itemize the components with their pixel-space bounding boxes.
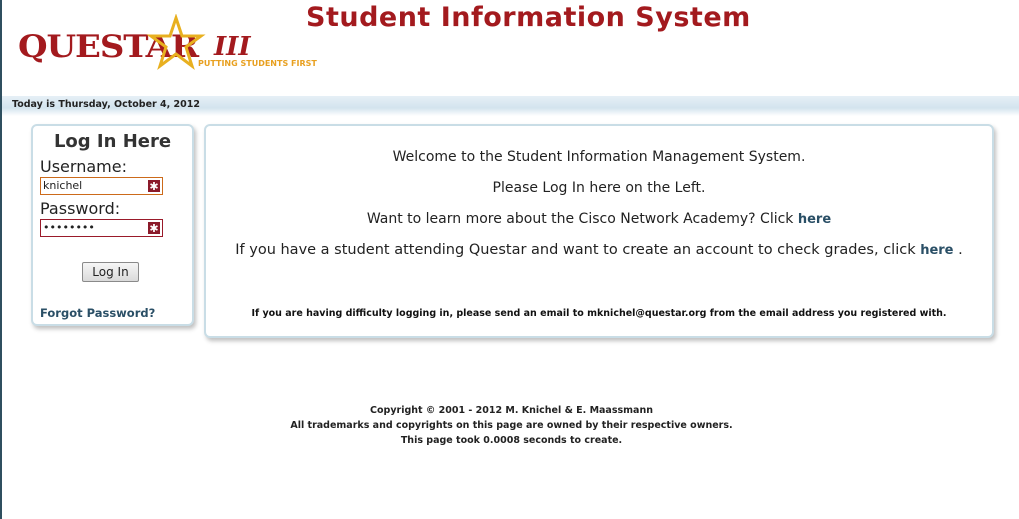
password-label: Password: xyxy=(40,199,121,218)
password-value: •••••••• xyxy=(43,221,95,234)
difficulty-note: If you are having difficulty logging in,… xyxy=(251,308,947,319)
copyright-text: Copyright © 2001 - 2012 M. Knichel & E. … xyxy=(370,405,653,416)
welcome-panel: Welcome to the Student Information Manag… xyxy=(204,124,994,338)
login-button[interactable]: Log In xyxy=(82,262,139,282)
cisco-here-link[interactable]: here xyxy=(798,212,831,227)
timing-text: This page took 0.0008 seconds to create. xyxy=(400,435,623,446)
password-field[interactable]: •••••••• ✱ xyxy=(40,219,163,237)
logo-tagline: PUTTING STUDENTS FIRST xyxy=(198,59,317,68)
account-text: If you have a student attending Questar … xyxy=(235,242,916,258)
required-icon: ✱ xyxy=(148,180,160,193)
login-panel: Log In Here Username: knichel ✱ Password… xyxy=(31,124,194,326)
account-here-link[interactable]: here xyxy=(920,243,953,258)
account-end: . xyxy=(958,242,963,258)
login-title: Log In Here xyxy=(53,131,172,152)
username-field[interactable]: knichel ✱ xyxy=(40,177,163,195)
questar-logo: QUESTAR III PUTTING STUDENTS FIRST xyxy=(18,14,317,71)
login-prompt-text: Please Log In here on the Left. xyxy=(492,180,706,196)
date-bar: Today is Thursday, October 4, 2012 xyxy=(2,96,1019,116)
required-icon: ✱ xyxy=(148,222,160,235)
header: QUESTAR III PUTTING STUDENTS FIRST Stude… xyxy=(2,0,1019,96)
footer: Copyright © 2001 - 2012 M. Knichel & E. … xyxy=(2,403,1019,448)
site-title: Student Information System xyxy=(306,2,751,33)
username-value: knichel xyxy=(43,179,83,192)
account-line: If you have a student attending Questar … xyxy=(206,242,992,258)
date-text: Today is Thursday, October 4, 2012 xyxy=(12,99,200,110)
cisco-line: Want to learn more about the Cisco Netwo… xyxy=(206,211,992,227)
trademarks-text: All trademarks and copyrights on this pa… xyxy=(290,420,733,431)
logo-word: QUESTAR xyxy=(18,29,199,65)
forgot-password-link[interactable]: Forgot Password? xyxy=(40,306,155,320)
welcome-text: Welcome to the Student Information Manag… xyxy=(392,149,806,165)
username-label: Username: xyxy=(40,157,127,176)
cisco-text: Want to learn more about the Cisco Netwo… xyxy=(366,211,794,227)
logo-suffix: III xyxy=(213,32,251,62)
